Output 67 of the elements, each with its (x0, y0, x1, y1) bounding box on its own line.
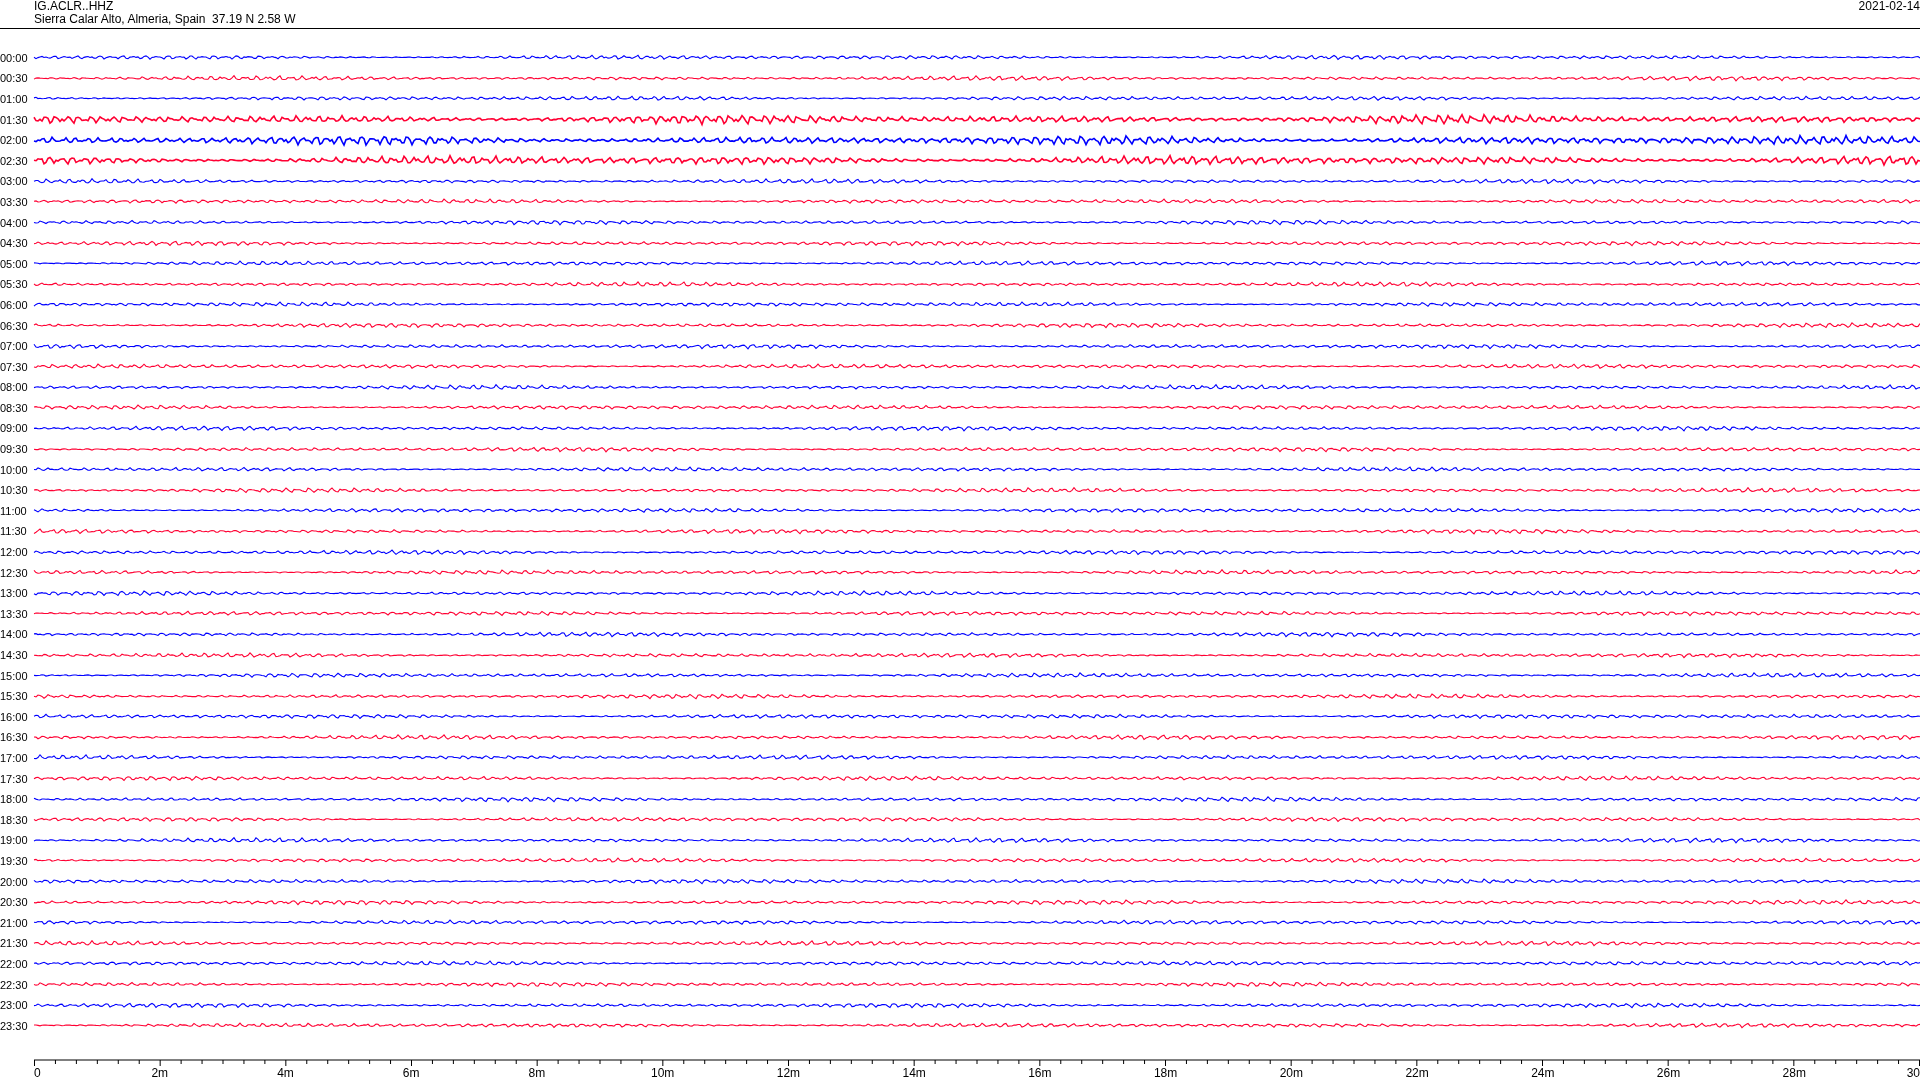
time-label: 03:30 (0, 195, 29, 208)
time-label: 00:00 (0, 51, 29, 64)
time-label: 02:30 (0, 154, 29, 167)
time-label: 13:30 (0, 607, 29, 620)
tick-label: 30 (1906, 1066, 1920, 1080)
tick-label: 18m (1153, 1066, 1178, 1080)
tick-label: 6m (402, 1066, 420, 1080)
tick-label: 12m (776, 1066, 801, 1080)
time-label: 08:00 (0, 381, 29, 394)
tick-label: 26m (1656, 1066, 1681, 1080)
tick-label: 0 (34, 1066, 41, 1080)
time-label: 13:00 (0, 587, 29, 600)
time-label: 19:30 (0, 854, 29, 867)
time-label: 16:00 (0, 710, 29, 723)
time-label: 07:00 (0, 340, 29, 353)
time-label: 06:30 (0, 319, 29, 332)
station-location: Sierra Calar Alto, Almeria, Spain 37.19 N 2.58 W (34, 13, 296, 26)
time-label: 22:30 (0, 978, 29, 991)
time-label: 17:30 (0, 772, 29, 785)
time-label: 23:00 (0, 999, 29, 1012)
time-label: 04:30 (0, 237, 29, 250)
tick-label: 4m (277, 1066, 294, 1080)
tick-label: 14m (902, 1066, 926, 1080)
time-label: 07:30 (0, 360, 29, 373)
time-label: 23:30 (0, 1019, 29, 1032)
tick-label: 8m (528, 1066, 546, 1080)
time-label: 10:30 (0, 484, 29, 497)
time-label: 12:30 (0, 566, 29, 579)
tick-label: 28m (1782, 1066, 1806, 1080)
time-label: 09:30 (0, 443, 29, 456)
time-label: 02:00 (0, 134, 29, 147)
time-label: 22:00 (0, 957, 29, 970)
time-label: 15:00 (0, 669, 29, 682)
time-label: 10:00 (0, 463, 29, 476)
time-label: 16:30 (0, 731, 29, 744)
time-label: 18:30 (0, 813, 29, 826)
time-label: 14:30 (0, 649, 29, 661)
time-label: 12:00 (0, 546, 29, 559)
time-label: 05:00 (0, 257, 29, 270)
tick-label: 22m (1405, 1066, 1429, 1080)
time-label: 08:30 (0, 401, 29, 414)
time-label: 21:00 (0, 916, 29, 929)
time-label: 20:30 (0, 896, 29, 909)
date-label: 2021-02-14 (1858, 0, 1920, 13)
time-label: 03:00 (0, 175, 29, 188)
tick-label: 2m (151, 1066, 169, 1080)
tick-label: 20m (1279, 1066, 1303, 1080)
time-label: 01:00 (0, 93, 29, 105)
time-label: 06:00 (0, 298, 29, 311)
time-label: 05:30 (0, 278, 29, 291)
time-label: 21:30 (0, 937, 29, 950)
time-label: 09:00 (0, 422, 29, 435)
time-label: 17:00 (0, 752, 29, 764)
time-label: 11:30 (0, 525, 28, 538)
time-label: 14:00 (0, 628, 29, 641)
time-label: 11:00 (0, 504, 28, 517)
time-label: 18:00 (0, 793, 29, 806)
tick-label: 10m (651, 1066, 675, 1080)
time-label: 01:30 (0, 113, 29, 126)
time-label: 15:30 (0, 690, 29, 703)
time-label: 19:00 (0, 834, 29, 847)
time-label: 20:00 (0, 875, 29, 888)
station-code: IG.ACLR..HHZ (34, 0, 114, 13)
tick-label: 24m (1531, 1066, 1555, 1080)
time-label: 00:30 (0, 72, 29, 85)
time-label: 04:00 (0, 216, 29, 229)
tick-label: 16m (1028, 1066, 1052, 1080)
